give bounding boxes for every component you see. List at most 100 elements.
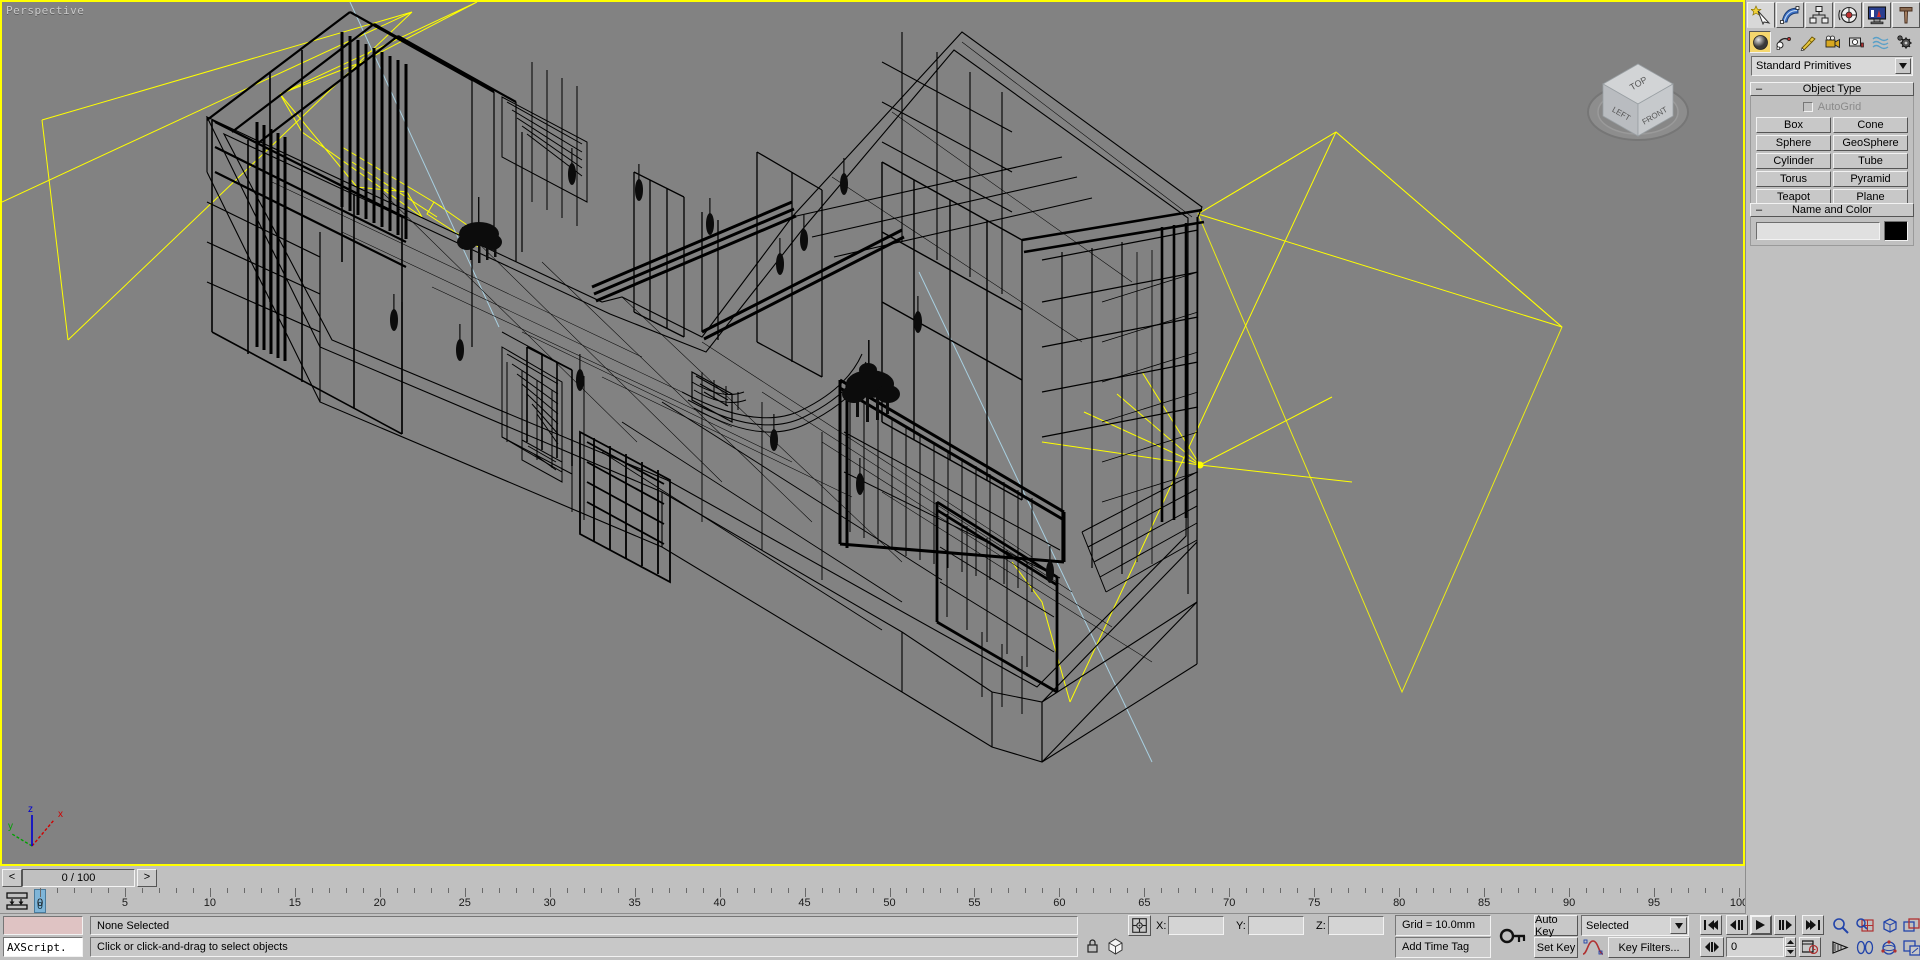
play-animation-button[interactable] [1750,915,1772,935]
prev-frame-arrow[interactable]: < [2,869,22,887]
key-filters-button[interactable]: Key Filters... [1608,937,1690,958]
ruler-minor-tick [1042,888,1043,893]
viewcube[interactable]: TOP LEFT FRONT [1578,44,1698,164]
ruler-tick-label: 5 [122,897,128,909]
zoom-region-button[interactable] [1899,915,1920,936]
viewport-label[interactable]: Perspective [6,4,84,17]
coord-y-label: Y: [1236,920,1246,932]
cylinder-button[interactable]: Cylinder [1756,153,1831,169]
next-frame-button[interactable] [1774,915,1796,935]
ruler-minor-tick [193,888,194,893]
ruler-minor-tick [227,888,228,893]
selection-lock-toggle-icon[interactable] [1082,936,1103,957]
ruler-major-tick [1059,888,1060,897]
category-combo[interactable]: Standard Primitives [1751,56,1913,76]
pyramid-button[interactable]: Pyramid [1833,171,1908,187]
set-key-button[interactable]: Set Key [1534,937,1578,958]
previous-frame-button[interactable] [1726,915,1748,935]
tube-button[interactable]: Tube [1833,153,1908,169]
arc-rotate-button[interactable] [1876,937,1901,958]
maximize-viewport-button[interactable] [1899,937,1920,958]
modify-tab[interactable] [1776,2,1804,28]
ruler-minor-tick [448,888,449,893]
ruler-minor-tick [1263,888,1264,893]
ruler-minor-tick [822,888,823,893]
perspective-viewport[interactable]: Perspective TOP LEFT FRONT x y z [0,0,1745,866]
ruler-minor-tick [1008,888,1009,893]
next-frame-arrow[interactable]: > [137,869,157,887]
object-name-field[interactable] [1756,222,1880,240]
name-and-color-rollout-header[interactable]: – Name and Color [1750,203,1914,217]
go-to-end-button[interactable] [1802,915,1824,935]
auto-key-button[interactable]: Auto Key [1534,915,1578,936]
object-type-button-grid: Box Cone Sphere GeoSphere Cylinder Tube … [1756,117,1908,205]
ruler-minor-tick [1161,888,1162,893]
ruler-minor-tick [1093,888,1094,893]
key-mode-toggle-button[interactable] [1700,937,1724,957]
cameras-button[interactable] [1821,31,1843,53]
geosphere-button[interactable]: GeoSphere [1833,135,1908,151]
cone-button[interactable]: Cone [1833,117,1908,133]
zoom-extents-button[interactable] [1876,915,1901,936]
set-key-mode-icon[interactable] [1497,915,1529,958]
ruler-tick-label: 80 [1393,897,1405,909]
ruler-tick-label: 35 [629,897,641,909]
ruler-major-tick [1314,888,1315,897]
ruler-minor-tick [703,888,704,893]
time-configuration-button[interactable] [1799,937,1821,957]
track-bar-ruler[interactable]: 0 05101520253035404550556065707580859095… [34,888,1745,914]
ruler-minor-tick [1212,888,1213,893]
open-mini-curve-editor-icon[interactable] [5,891,29,911]
mini-listener-output-pane[interactable] [3,916,83,935]
systems-button[interactable] [1893,31,1915,53]
create-tab[interactable] [1747,2,1775,28]
frame-spinner-up[interactable] [1785,937,1796,947]
autogrid-row[interactable]: AutoGrid [1756,100,1908,114]
box-button[interactable]: Box [1756,117,1831,133]
geometry-button[interactable] [1749,31,1771,53]
object-type-rollout-header[interactable]: – Object Type [1750,82,1914,96]
coord-z-label: Z: [1316,920,1326,932]
go-to-start-button[interactable] [1700,915,1722,935]
helpers-button[interactable] [1845,31,1867,53]
named-selection-set-combo[interactable]: Selected [1581,915,1689,936]
zoom-button[interactable] [1828,915,1853,936]
mini-listener-input[interactable]: AXScript. [3,937,83,957]
space-warps-button[interactable] [1869,31,1891,53]
absolute-relative-coordinate-toggle[interactable] [1128,915,1151,936]
object-color-swatch[interactable] [1884,221,1908,241]
coord-y-field[interactable] [1248,916,1304,935]
add-time-tag-icon[interactable] [1105,936,1126,957]
track-bar[interactable]: 0 05101520253035404550556065707580859095… [0,888,1745,914]
display-tab[interactable] [1863,2,1891,28]
lights-button[interactable] [1797,31,1819,53]
field-of-view-button[interactable] [1852,937,1877,958]
frame-spinner-down[interactable] [1785,947,1796,957]
chevron-down-icon[interactable] [1895,58,1911,74]
current-frame-field[interactable]: 0 [1726,937,1784,957]
coord-z-field[interactable] [1328,916,1384,935]
add-time-tag-button[interactable]: Add Time Tag [1395,937,1491,958]
curve-editor-icon[interactable] [1581,937,1605,958]
zoom-all-button[interactable] [1852,915,1877,936]
rollout-collapse-icon[interactable]: – [1756,83,1762,95]
ruler-minor-tick [1433,888,1434,893]
ruler-major-tick [974,888,975,897]
sphere-button[interactable]: Sphere [1756,135,1831,151]
frame-readout-field[interactable]: 0 / 100 [22,869,135,887]
chevron-down-icon[interactable] [1670,917,1687,934]
autogrid-checkbox[interactable] [1803,102,1813,112]
hierarchy-tab[interactable] [1805,2,1833,28]
torus-button[interactable]: Torus [1756,171,1831,187]
ruler-tick-label: 60 [1053,897,1065,909]
ruler-minor-tick [1603,888,1604,893]
pan-button[interactable] [1828,937,1853,958]
motion-tab[interactable] [1834,2,1862,28]
shapes-button[interactable] [1773,31,1795,53]
ruler-minor-tick [940,888,941,893]
rollout-collapse-icon[interactable]: – [1756,204,1762,216]
utilities-tab[interactable] [1892,2,1920,28]
coord-x-field[interactable] [1168,916,1224,935]
ruler-major-tick [1399,888,1400,897]
ruler-minor-tick [652,888,653,893]
